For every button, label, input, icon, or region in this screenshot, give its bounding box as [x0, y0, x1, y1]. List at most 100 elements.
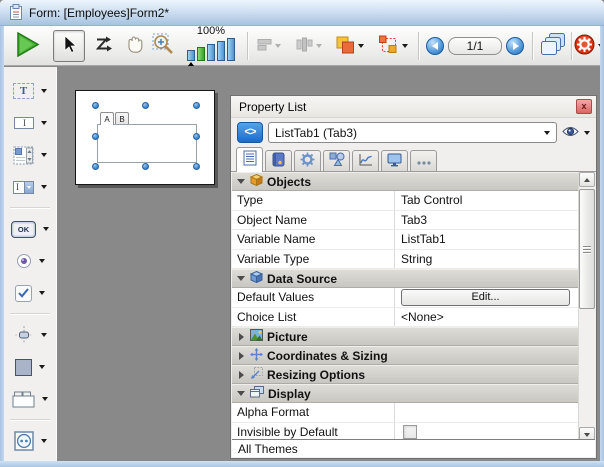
prop-value[interactable]: String — [394, 250, 578, 269]
property-list-titlebar[interactable]: Property List x — [231, 96, 596, 118]
radio-button-tool-button[interactable] — [4, 245, 56, 277]
align-button-disabled[interactable] — [253, 34, 285, 58]
tab-control-tool-button[interactable] — [4, 383, 56, 415]
checkbox-tool-button[interactable] — [4, 277, 56, 309]
scrollbar-thumb[interactable] — [579, 189, 595, 309]
distribute-button-disabled[interactable] — [291, 34, 327, 58]
button-tool-caret[interactable] — [43, 227, 49, 231]
selection-tool-button[interactable] — [53, 30, 85, 62]
execute-form-button[interactable] — [12, 32, 42, 60]
object-selector-combo[interactable]: ListTab1 (Tab3) — [268, 122, 557, 143]
plugin-area-tool-button[interactable] — [4, 425, 56, 457]
theme-tab-more[interactable] — [410, 150, 437, 171]
section-data-source[interactable]: Data Source — [232, 269, 578, 288]
slider-tool-button[interactable] — [4, 319, 56, 351]
tab-control-tab-a[interactable]: A — [100, 112, 114, 125]
selection-handle-mid-left[interactable] — [92, 133, 99, 140]
scroll-up-button[interactable] — [579, 172, 595, 187]
section-display[interactable]: Display — [232, 384, 578, 403]
view-options-caret[interactable] — [584, 131, 590, 135]
theme-tab-database[interactable] — [265, 150, 292, 171]
group-button[interactable] — [373, 33, 413, 59]
prop-row-variable-type[interactable]: Variable Type String — [232, 250, 578, 270]
theme-tab-list[interactable] — [236, 147, 263, 172]
entry-order-tool-button[interactable] — [90, 32, 118, 60]
selection-handle-mid-right[interactable] — [193, 133, 200, 140]
rectangle-tool-button[interactable] — [4, 351, 56, 383]
form-settings-button[interactable] — [575, 34, 603, 58]
zoom-bar-800[interactable] — [227, 38, 235, 61]
button-tool-button[interactable]: OK — [4, 213, 56, 245]
tab-control-tool-caret[interactable] — [42, 397, 48, 401]
prop-value[interactable]: Tab3 — [394, 211, 578, 230]
zoom-bar-400[interactable] — [217, 41, 225, 61]
prop-value[interactable]: Tab Control — [394, 191, 578, 210]
close-icon[interactable]: x — [576, 99, 592, 114]
input-field-tool-caret[interactable] — [41, 121, 47, 125]
themes-footer[interactable]: All Themes — [232, 439, 595, 457]
zoom-tool-button[interactable] — [150, 32, 178, 60]
prop-row-alpha-format[interactable]: Alpha Format — [232, 403, 578, 423]
hand-pan-tool-button[interactable] — [120, 32, 148, 60]
page-previous-button[interactable] — [426, 37, 444, 55]
combo-box-tool-button[interactable]: I — [4, 171, 56, 203]
window-titlebar[interactable]: Form: [Employees]Form2* — [0, 0, 604, 26]
property-list-panel: Property List x <> ListTab1 (Tab3) — [230, 95, 597, 459]
theme-tab-display[interactable] — [381, 150, 408, 171]
distribute-dropdown-caret[interactable] — [316, 44, 322, 48]
page-next-button[interactable] — [506, 37, 524, 55]
property-grid-scrollbar[interactable] — [578, 172, 595, 442]
tab-control-body[interactable] — [97, 124, 197, 163]
section-coordinates-sizing[interactable]: Coordinates & Sizing — [232, 346, 578, 365]
prop-row-variable-name[interactable]: Variable Name ListTab1 — [232, 230, 578, 250]
radio-button-tool-caret[interactable] — [39, 259, 45, 263]
zoom-bars[interactable] — [187, 38, 235, 61]
zoom-bar-100-current[interactable] — [197, 47, 205, 61]
pages-manager-button[interactable] — [538, 32, 568, 60]
list-box-tool-button[interactable] — [4, 139, 56, 171]
checkbox-tool-caret[interactable] — [39, 291, 45, 295]
layering-dropdown-caret[interactable] — [358, 44, 364, 48]
theme-tab-events[interactable] — [352, 150, 379, 171]
text-tool-caret[interactable] — [41, 89, 47, 93]
rectangle-tool-caret[interactable] — [39, 365, 45, 369]
prop-row-default-values[interactable]: Default Values Edit... — [232, 288, 578, 308]
page-indicator: 1/1 — [448, 37, 502, 55]
section-objects[interactable]: Objects — [232, 172, 578, 191]
slider-tool-caret[interactable] — [41, 333, 47, 337]
hand-pan-icon — [124, 34, 145, 58]
zoom-bar-50[interactable] — [187, 50, 195, 61]
plugin-area-tool-caret[interactable] — [41, 439, 47, 443]
section-resizing-options[interactable]: Resizing Options — [232, 365, 578, 384]
selection-handle-bottom-left[interactable] — [92, 163, 99, 170]
edit-default-values-button[interactable]: Edit... — [401, 289, 570, 306]
view-options-button[interactable] — [562, 126, 590, 140]
list-box-tool-caret[interactable] — [41, 153, 47, 157]
prop-value[interactable]: ListTab1 — [394, 230, 578, 249]
prop-row-choice-list[interactable]: Choice List <None> — [232, 308, 578, 328]
align-dropdown-caret[interactable] — [275, 44, 281, 48]
selection-handle-bottom-right[interactable] — [193, 163, 200, 170]
selection-handle-top-right[interactable] — [193, 102, 200, 109]
selection-handle-bottom-center[interactable] — [142, 163, 149, 170]
prop-value[interactable]: <None> — [394, 308, 578, 327]
group-dropdown-caret[interactable] — [402, 44, 408, 48]
selection-handle-top-left[interactable] — [92, 102, 99, 109]
selection-handle-top-center[interactable] — [142, 102, 149, 109]
theme-tab-action[interactable] — [294, 150, 321, 171]
prop-row-type[interactable]: Type Tab Control — [232, 191, 578, 211]
invisible-by-default-checkbox[interactable] — [403, 425, 417, 439]
combo-box-tool-caret[interactable] — [41, 185, 47, 189]
input-field-tool-button[interactable]: I — [4, 107, 56, 139]
prop-row-object-name[interactable]: Object Name Tab3 — [232, 211, 578, 231]
prop-value[interactable] — [394, 403, 578, 422]
theme-tab-objects[interactable] — [323, 150, 350, 171]
text-tool-button[interactable]: T — [4, 75, 56, 107]
zoom-bar-200[interactable] — [207, 44, 215, 61]
layering-button[interactable] — [331, 33, 369, 59]
display-icon — [250, 386, 264, 401]
resizing-icon — [250, 367, 263, 383]
zoom-level-control[interactable]: 100% — [180, 28, 242, 64]
form-canvas[interactable]: A B — [75, 90, 215, 185]
section-picture[interactable]: Picture — [232, 327, 578, 346]
